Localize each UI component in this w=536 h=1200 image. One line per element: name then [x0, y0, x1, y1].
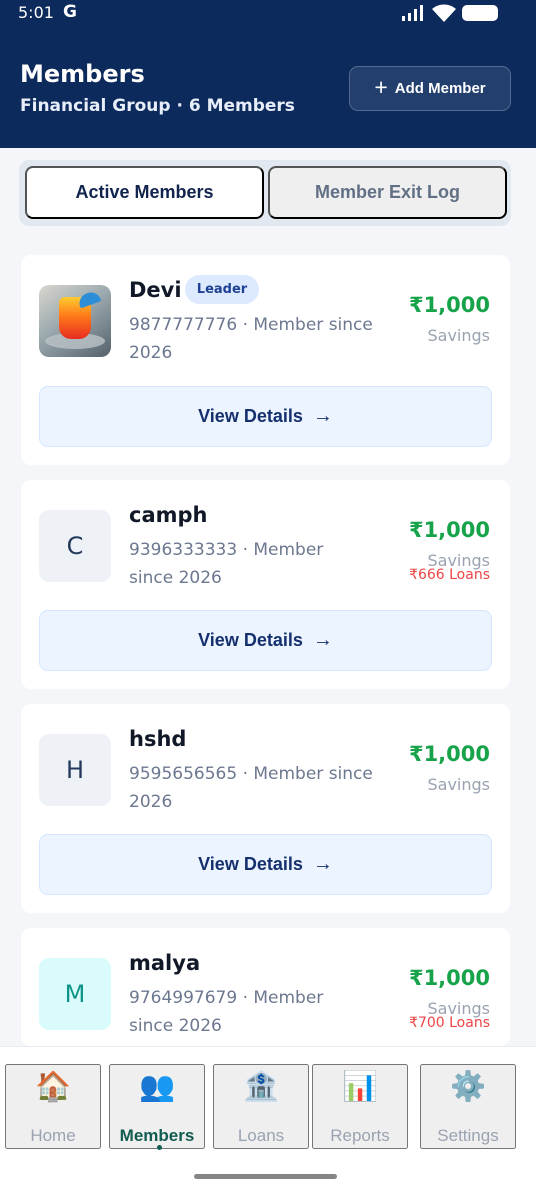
view-details-button[interactable]: View Details →: [39, 386, 492, 447]
tab-member-exit-log[interactable]: Member Exit Log: [268, 166, 507, 219]
group-summary: Financial Group · 6 Members: [20, 96, 295, 116]
view-details-label: View Details: [198, 630, 303, 650]
nav-reports-label: Reports: [330, 1125, 390, 1145]
nav-reports[interactable]: 📊 Reports: [312, 1064, 408, 1149]
settings-icon: ⚙️: [449, 1070, 487, 1103]
nav-loans-label: Loans: [237, 1125, 285, 1145]
app-header: 5:01 G Members Financial Group · 6 Membe…: [0, 0, 536, 148]
active-indicator-dot: [157, 1145, 162, 1150]
member-photo-avatar: [39, 285, 111, 357]
savings-amount: ₹1,000: [408, 742, 490, 766]
nav-home[interactable]: 🏠 Home: [5, 1064, 101, 1149]
member-name: camph: [129, 503, 208, 527]
savings-amount: ₹1,000: [408, 293, 490, 317]
member-contact-and-since: 9595656565 · Member since 2026: [129, 764, 373, 812]
add-member-label: Add Member: [394, 80, 486, 97]
savings-amount: ₹1,000: [408, 518, 490, 542]
arrow-right-icon: →: [312, 405, 333, 427]
google-icon: G: [63, 2, 77, 22]
member-contact-and-since: 9396333333 · Member since 2026: [129, 540, 324, 588]
savings-label: Savings: [427, 775, 490, 794]
nav-members[interactable]: 👥 Members: [109, 1064, 205, 1150]
arrow-right-icon: →: [312, 853, 333, 875]
view-details-label: View Details: [198, 406, 303, 426]
members-icon: 👥: [138, 1070, 176, 1103]
member-name: Devi: [129, 278, 182, 302]
nav-members-label: Members: [119, 1125, 195, 1145]
nav-home-label: Home: [30, 1125, 76, 1145]
member-name: malya: [129, 951, 201, 975]
member-tabs: Active Members Member Exit Log: [19, 160, 511, 226]
savings-label: Savings: [427, 326, 490, 345]
bank-icon: 🏦: [242, 1070, 280, 1103]
view-details-label: View Details: [198, 854, 303, 874]
tab-active-members[interactable]: Active Members: [25, 166, 264, 219]
loans-amount: ₹700 Loans: [409, 1015, 490, 1031]
member-contact-and-since: 9764997679 · Member since 2026: [129, 988, 324, 1036]
nav-loans[interactable]: 🏦 Loans: [213, 1064, 309, 1149]
plus-icon: +: [374, 74, 388, 100]
member-card-devi: Devi Leader 9877777776 · Member since 20…: [21, 255, 510, 465]
nav-settings-label: Settings: [437, 1125, 499, 1145]
member-initial-avatar: C: [39, 510, 111, 582]
home-indicator[interactable]: [194, 1174, 337, 1179]
arrow-right-icon: →: [312, 629, 333, 651]
battery-icon: [462, 5, 498, 21]
member-initial-avatar: H: [39, 734, 111, 806]
status-time: 5:01: [18, 3, 54, 22]
view-details-button[interactable]: View Details →: [39, 834, 492, 895]
page-title: Members: [20, 60, 145, 88]
reports-icon: 📊: [341, 1070, 379, 1103]
member-contact-and-since: 9877777776 · Member since 2026: [129, 315, 373, 363]
savings-amount: ₹1,000: [408, 966, 490, 990]
member-name: hshd: [129, 727, 187, 751]
view-details-button[interactable]: View Details →: [39, 610, 492, 671]
nav-settings[interactable]: ⚙️ Settings: [420, 1064, 516, 1149]
signal-icon: [402, 5, 423, 21]
member-card-malya: M malya 9764997679 · Member since 2026 ₹…: [21, 928, 510, 1046]
add-member-button[interactable]: + Add Member: [349, 66, 511, 111]
member-initial-avatar: M: [39, 958, 111, 1030]
member-card-camph: C camph 9396333333 · Member since 2026 ₹…: [21, 480, 510, 689]
members-screen: 5:01 G Members Financial Group · 6 Membe…: [0, 0, 536, 1200]
home-icon: 🏠: [34, 1070, 72, 1103]
member-card-hshd: H hshd 9595656565 · Member since 2026 ₹1…: [21, 704, 510, 913]
loans-amount: ₹666 Loans: [409, 567, 490, 583]
leader-badge: Leader: [185, 275, 259, 304]
wifi-icon: [432, 4, 456, 22]
status-bar: 5:01 G: [0, 0, 536, 28]
